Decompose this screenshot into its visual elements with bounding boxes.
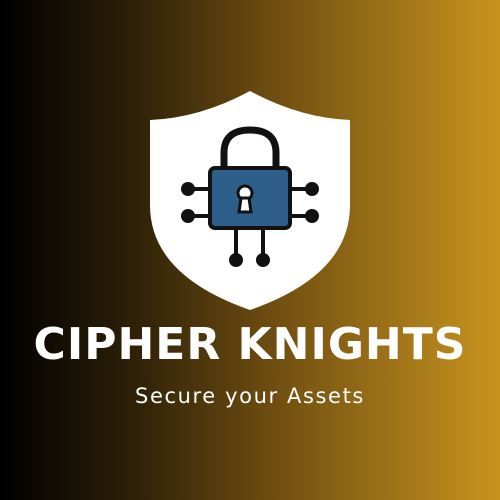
tagline: Secure your Assets — [135, 384, 365, 408]
logo-canvas: CIPHER KNIGHTS Secure your Assets — [0, 0, 500, 500]
brand-name: CIPHER KNIGHTS — [33, 319, 467, 370]
keyhole-icon — [236, 184, 254, 214]
logo-emblem — [150, 91, 350, 310]
